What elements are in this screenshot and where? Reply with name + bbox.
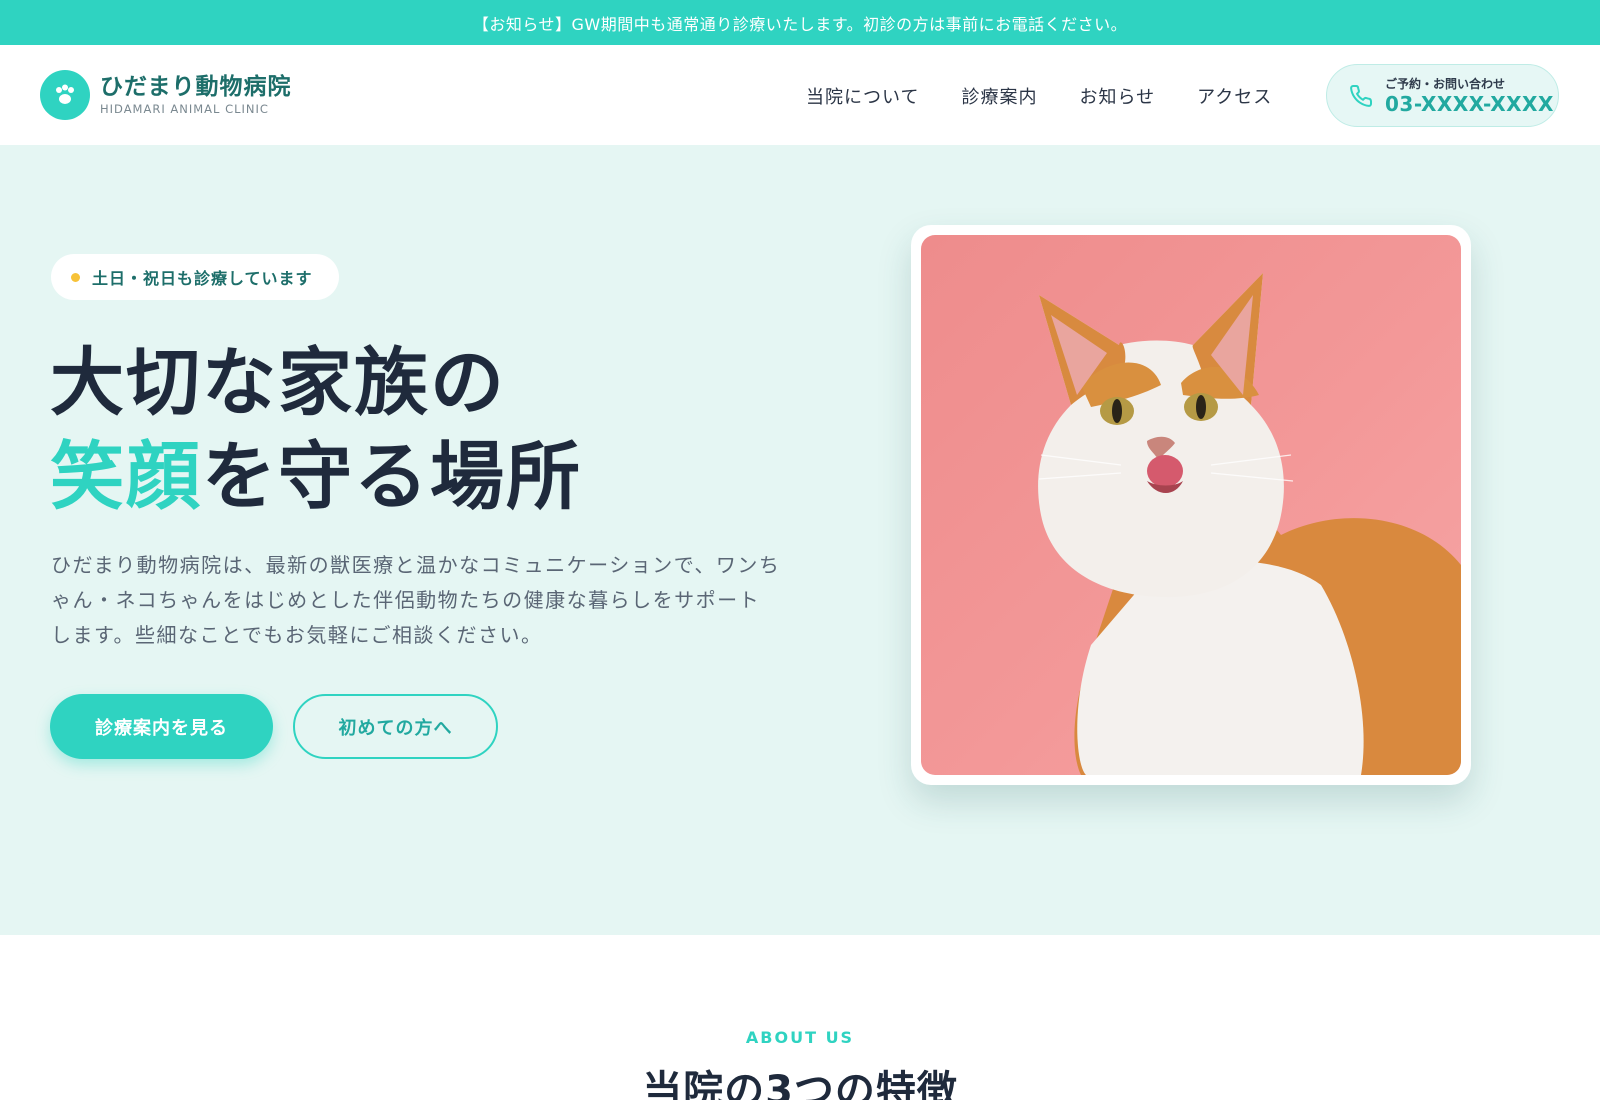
wave-divider [0, 870, 1600, 909]
nav-item-about[interactable]: 当院について [806, 83, 919, 109]
nav-item-access[interactable]: アクセス [1197, 83, 1272, 109]
site-logo[interactable]: ひだまり動物病院 HIDAMARI ANIMAL CLINIC [40, 70, 292, 120]
headline-rest: を守る場所 [202, 434, 582, 520]
hero-image-frame [911, 225, 1471, 785]
first-visit-button[interactable]: 初めての方へ [293, 694, 498, 759]
phone-number: 03-XXXX-XXXX [1385, 91, 1554, 116]
site-header: ひだまり動物病院 HIDAMARI ANIMAL CLINIC 当院について 診… [0, 45, 1600, 145]
headline-line1: 大切な家族の [50, 340, 506, 426]
main-nav: 当院について 診療案内 お知らせ アクセス [806, 83, 1314, 109]
paw-icon [40, 70, 90, 120]
view-services-button[interactable]: 診療案内を見る [50, 694, 273, 759]
nav-item-news[interactable]: お知らせ [1079, 83, 1155, 109]
hero-badge-text: 土日・祝日も診療しています [92, 269, 313, 288]
phone-icon [1349, 84, 1373, 108]
nav-item-services[interactable]: 診療案内 [961, 83, 1037, 109]
announcement-bar: 【お知らせ】GW期間中も通常通り診療いたします。初診の方は事前にお電話ください。 [0, 0, 1600, 45]
logo-subtitle: HIDAMARI ANIMAL CLINIC [100, 102, 269, 116]
phone-label: ご予約・お問い合わせ [1385, 76, 1506, 91]
about-section-label: ABOUT US [745, 1028, 855, 1047]
phone-contact-button[interactable]: ご予約・お問い合わせ 03-XXXX-XXXX [1326, 64, 1559, 127]
status-dot [71, 272, 80, 282]
hero-lead-text: ひだまり動物病院は、最新の獣医療と温かなコミュニケーションで、ワンちゃん・ネコち… [51, 553, 781, 647]
hero-headline: 大切な家族の 笑顔を守る場所 [50, 336, 582, 524]
announcement-text: 【お知らせ】GW期間中も通常通り診療いたします。初診の方は事前にお電話ください。 [472, 14, 1128, 34]
headline-accent: 笑顔 [50, 434, 202, 520]
logo-name: ひだまり動物病院 [100, 74, 292, 100]
hero-badge: 土日・祝日も診療しています [51, 254, 339, 300]
cat-photo [921, 235, 1461, 775]
about-section-title: 当院の3つの特徴 [642, 1068, 958, 1100]
